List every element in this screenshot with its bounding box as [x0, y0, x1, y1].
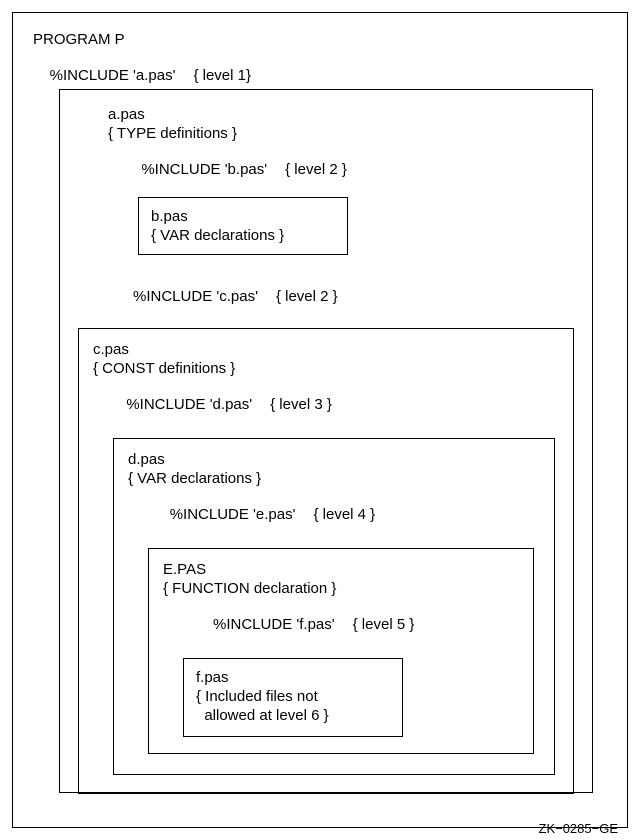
include-c-line: %INCLUDE 'c.pas' { level 2 }: [108, 271, 574, 322]
include-f-line: %INCLUDE 'f.pas' { level 5 }: [163, 599, 519, 650]
include-e-text: %INCLUDE 'e.pas': [170, 506, 296, 523]
include-b-text: %INCLUDE 'b.pas': [141, 161, 267, 178]
file-a-content: a.pas { TYPE definitions } %INCLUDE 'b.p…: [108, 106, 574, 269]
file-a-box: a.pas { TYPE definitions } %INCLUDE 'b.p…: [59, 89, 593, 793]
include-f-text: %INCLUDE 'f.pas': [213, 616, 335, 633]
f-note-2: allowed at level 6 }: [196, 707, 390, 724]
e-funcdecl: { FUNCTION declaration }: [163, 580, 519, 597]
file-f-box: f.pas { Included files not allowed at le…: [183, 658, 403, 737]
b-filename: b.pas: [151, 208, 335, 225]
f-note-1: { Included files not: [196, 688, 390, 705]
d-vardecls: { VAR declarations }: [128, 470, 540, 487]
level-5-comment: { level 5 }: [353, 616, 415, 633]
file-e-box: E.PAS { FUNCTION declaration } %INCLUDE …: [148, 548, 534, 754]
include-d-text: %INCLUDE 'd.pas': [126, 396, 252, 413]
file-b-box: b.pas { VAR declarations }: [138, 197, 348, 255]
include-d-line: %INCLUDE 'd.pas' { level 3 }: [93, 379, 559, 430]
level-3-comment: { level 3 }: [270, 396, 332, 413]
file-c-box: c.pas { CONST definitions } %INCLUDE 'd.…: [78, 328, 574, 794]
level-2-c-comment: { level 2 }: [276, 288, 338, 305]
include-e-line: %INCLUDE 'e.pas' { level 4 }: [128, 489, 540, 540]
level-4-comment: { level 4 }: [313, 506, 375, 523]
level-1-comment: { level 1}: [193, 67, 251, 84]
include-a-text: %INCLUDE 'a.pas': [50, 67, 176, 84]
include-c-text: %INCLUDE 'c.pas': [133, 288, 258, 305]
level-2-b-comment: { level 2 }: [285, 161, 347, 178]
d-filename: d.pas: [128, 451, 540, 468]
f-filename: f.pas: [196, 669, 390, 686]
figure-id: ZK−0285−GE: [539, 821, 619, 836]
e-filename: E.PAS: [163, 561, 519, 578]
a-typedefs: { TYPE definitions }: [108, 125, 574, 142]
c-constdefs: { CONST definitions }: [93, 360, 559, 377]
program-box: PROGRAM P %INCLUDE 'a.pas' { level 1} a.p…: [12, 12, 628, 828]
file-d-box: d.pas { VAR declarations } %INCLUDE 'e.p…: [113, 438, 555, 775]
a-filename: a.pas: [108, 106, 574, 123]
c-filename: c.pas: [93, 341, 559, 358]
include-b-line: %INCLUDE 'b.pas' { level 2 }: [108, 144, 574, 195]
b-vardecls: { VAR declarations }: [151, 227, 335, 244]
program-header: PROGRAM P: [33, 31, 607, 48]
